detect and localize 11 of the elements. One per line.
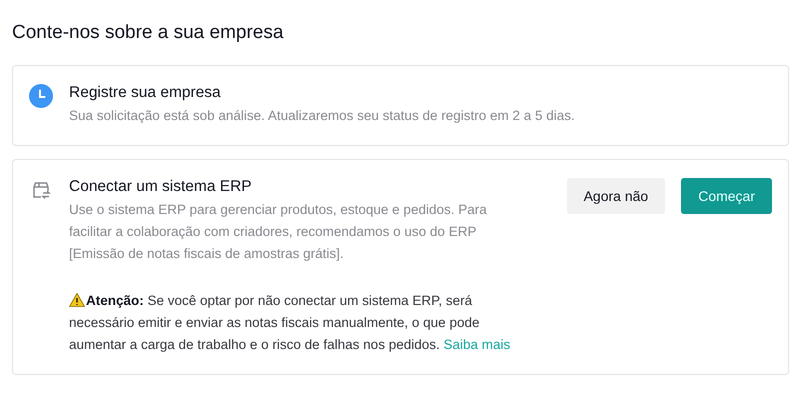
page-title: Conte-nos sobre a sua empresa <box>12 22 284 44</box>
warning-text: Atenção: Se você optar por não conectar um sistema ERP, será necessário emitir e enviar as notas fiscais manualmente, o que pode aumentar a carga de trabalho e o risco de falhas nos pedidos. Saiba mais <box>69 292 512 354</box>
clock-icon <box>29 84 53 108</box>
warning-icon <box>69 293 85 307</box>
card-title: Conectar um sistema ERP <box>69 178 253 196</box>
card-description: Sua solicitação está sob análise. Atualizaremos seu status de registro em 2 a 5 dias. <box>69 107 576 125</box>
start-button[interactable]: Começar <box>681 178 772 214</box>
learn-more-link[interactable]: Saiba mais <box>444 337 510 352</box>
card-description: Use o sistema ERP para gerenciar produtos, estoque e pedidos. Para facilitar a colaboração com criadores, recomendamos o uso do ERP [Emissão de notas fiscais de amostras grátis]. <box>69 201 488 263</box>
not-now-button[interactable]: Agora não <box>566 178 666 214</box>
card-title: Registre sua empresa <box>69 84 222 102</box>
